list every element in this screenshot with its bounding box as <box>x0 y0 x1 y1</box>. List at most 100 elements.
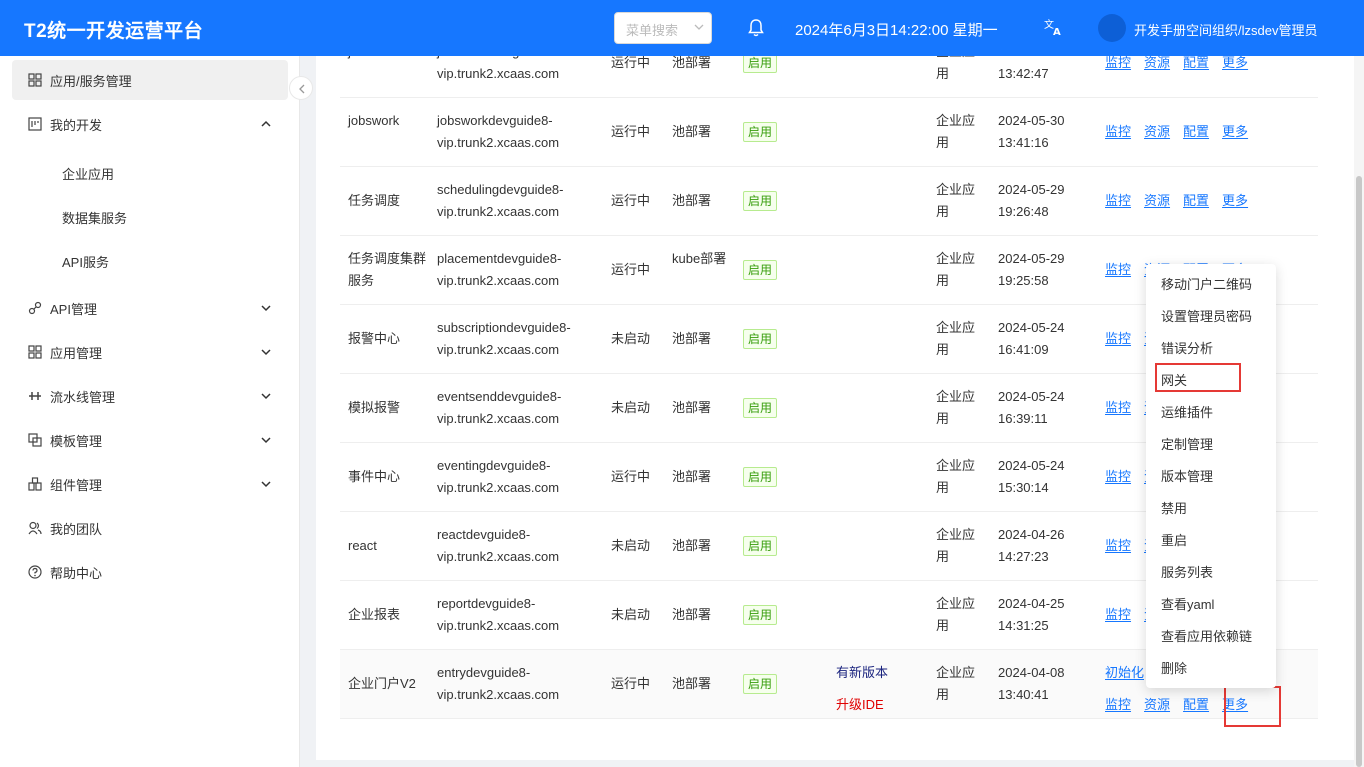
sidebar-collapse-button[interactable] <box>289 76 313 100</box>
resource-link[interactable]: 资源 <box>1144 697 1170 712</box>
monitor-link[interactable]: 监控 <box>1105 331 1131 346</box>
app-host-line1: jobsclientdevguide8- <box>437 56 602 63</box>
initialize-link[interactable]: 初始化 <box>1105 665 1144 680</box>
app-host-line1: eventsenddevguide8- <box>437 389 562 404</box>
app-type: 企业应用 <box>936 527 976 564</box>
monitor-link[interactable]: 监控 <box>1105 400 1131 415</box>
monitor-link[interactable]: 监控 <box>1105 469 1131 484</box>
sidebar-item-my-development[interactable]: 我的开发 <box>12 104 288 144</box>
app-type: 企业应用 <box>936 458 976 495</box>
menu-item[interactable]: 设置管理员密码 <box>1146 301 1276 333</box>
status-badge: 启用 <box>743 122 778 142</box>
menu-item[interactable]: 运维插件 <box>1146 397 1276 429</box>
menu-item[interactable]: 服务列表 <box>1146 557 1276 589</box>
translate-icon[interactable]: 文 A <box>1043 17 1063 37</box>
sidebar-item-template-management[interactable]: 模板管理 <box>12 420 288 460</box>
app-host: subscriptiondevguide8- vip.trunk2.xcaas.c… <box>437 317 602 361</box>
scrollbar-thumb[interactable] <box>1356 176 1362 767</box>
app-date: 2024-05-24 <box>998 458 1065 473</box>
app-status: 未启动 <box>611 538 651 553</box>
monitor-link[interactable]: 监控 <box>1105 538 1131 553</box>
new-version-link[interactable]: 有新版本 <box>836 662 916 684</box>
menu-item[interactable]: 查看yaml <box>1146 589 1276 621</box>
app-host-line1: schedulingdevguide8- <box>437 182 564 197</box>
link-icon <box>28 301 42 315</box>
sidebar-subitem-api-service[interactable]: API服务 <box>62 252 109 271</box>
menu-item[interactable]: 查看应用依赖链 <box>1146 621 1276 653</box>
app-time: 14:31:25 <box>998 618 1049 633</box>
config-link[interactable]: 配置 <box>1183 56 1209 70</box>
more-link[interactable]: 更多 <box>1222 193 1248 208</box>
app-status: 运行中 <box>611 676 651 691</box>
menu-item[interactable]: 定制管理 <box>1146 429 1276 461</box>
app-status: 运行中 <box>611 56 651 70</box>
sidebar-item-label: 我的开发 <box>50 117 103 133</box>
app-host-line2: vip.trunk2.xcaas.com <box>437 66 560 81</box>
app-deploy-mode: 池部署 <box>672 469 712 484</box>
monitor-link[interactable]: 监控 <box>1105 193 1131 208</box>
sidebar-item-my-team[interactable]: 我的团队 <box>12 508 288 548</box>
highlight-gateway-item <box>1155 363 1241 392</box>
app-type: 企业应用 <box>936 56 975 81</box>
sidebar-item-api-management[interactable]: API管理 <box>12 288 288 328</box>
app-date: 2024-04-25 <box>998 596 1065 611</box>
app-deploy-mode: 池部署 <box>672 56 712 70</box>
menu-item[interactable]: 移动门户二维码 <box>1146 269 1276 301</box>
user-avatar[interactable] <box>1098 14 1126 42</box>
menu-item[interactable]: 错误分析 <box>1146 333 1276 365</box>
monitor-link[interactable]: 监控 <box>1105 697 1131 712</box>
svg-text:A: A <box>1053 27 1061 37</box>
resource-link[interactable]: 资源 <box>1144 56 1170 70</box>
sidebar-subitem-dataset-service[interactable]: 数据集服务 <box>62 208 127 227</box>
menu-search-select[interactable]: 菜单搜索 <box>614 12 712 44</box>
app-status: 运行中 <box>611 469 651 484</box>
app-date: 2024-05-30 <box>998 56 1088 63</box>
sidebar-item-pipeline-management[interactable]: 流水线管理 <box>12 376 288 416</box>
template-icon <box>28 433 42 447</box>
monitor-link[interactable]: 监控 <box>1105 56 1131 70</box>
sidebar-subitem-enterprise-app[interactable]: 企业应用 <box>62 164 114 183</box>
app-name: react <box>348 538 377 553</box>
sidebar-item-label: API管理 <box>50 301 97 317</box>
sidebar-item-label: 应用管理 <box>50 345 103 361</box>
app-title[interactable]: T2统一开发运营平台 <box>24 16 203 43</box>
app-deploy-mode: 池部署 <box>672 331 712 346</box>
more-link[interactable]: 更多 <box>1222 124 1248 139</box>
status-badge: 启用 <box>743 329 778 349</box>
app-date: 2024-05-30 <box>998 113 1065 128</box>
app-name: 事件中心 <box>348 469 401 484</box>
sidebar-item-app-service-management[interactable]: 应用/服务管理 <box>12 60 288 100</box>
app-date: 2024-05-29 <box>998 251 1065 266</box>
monitor-link[interactable]: 监控 <box>1105 124 1131 139</box>
config-link[interactable]: 配置 <box>1183 124 1209 139</box>
chevron-down-icon <box>261 349 271 356</box>
menu-item[interactable]: 禁用 <box>1146 493 1276 525</box>
app-date: 2024-04-26 <box>998 527 1065 542</box>
config-link[interactable]: 配置 <box>1183 697 1209 712</box>
sidebar-item-app-management[interactable]: 应用管理 <box>12 332 288 372</box>
config-link[interactable]: 配置 <box>1183 193 1209 208</box>
app-status: 运行中 <box>611 262 651 277</box>
more-link[interactable]: 更多 <box>1222 56 1248 70</box>
app-updated-time: 2024-05-24 16:39:11 <box>998 386 1088 430</box>
app-status: 未启动 <box>611 400 651 415</box>
app-time: 13:41:16 <box>998 135 1049 150</box>
menu-item[interactable]: 版本管理 <box>1146 461 1276 493</box>
monitor-link[interactable]: 监控 <box>1105 607 1131 622</box>
resource-link[interactable]: 资源 <box>1144 193 1170 208</box>
app-type: 企业应用 <box>936 596 976 633</box>
monitor-link[interactable]: 监控 <box>1105 262 1131 277</box>
sidebar-item-label: 我的团队 <box>50 521 103 537</box>
sidebar-item-component-management[interactable]: 组件管理 <box>12 464 288 504</box>
user-name[interactable]: 开发手册空间组织/lzsdev管理员 <box>1134 20 1317 39</box>
resource-link[interactable]: 资源 <box>1144 124 1170 139</box>
table-row: 任务调度 schedulingdevguide8- vip.trunk2.xcaas… <box>340 167 1318 236</box>
menu-item[interactable]: 重启 <box>1146 525 1276 557</box>
bell-icon[interactable] <box>748 19 764 37</box>
app-host-line2: vip.trunk2.xcaas.com <box>437 135 560 150</box>
chevron-down-icon <box>261 481 271 488</box>
sidebar-item-help-center[interactable]: 帮助中心 <box>12 552 288 592</box>
upgrade-ide-link[interactable]: 升级IDE <box>836 694 916 716</box>
menu-item[interactable]: 删除 <box>1146 653 1276 685</box>
apps-icon <box>28 345 42 359</box>
